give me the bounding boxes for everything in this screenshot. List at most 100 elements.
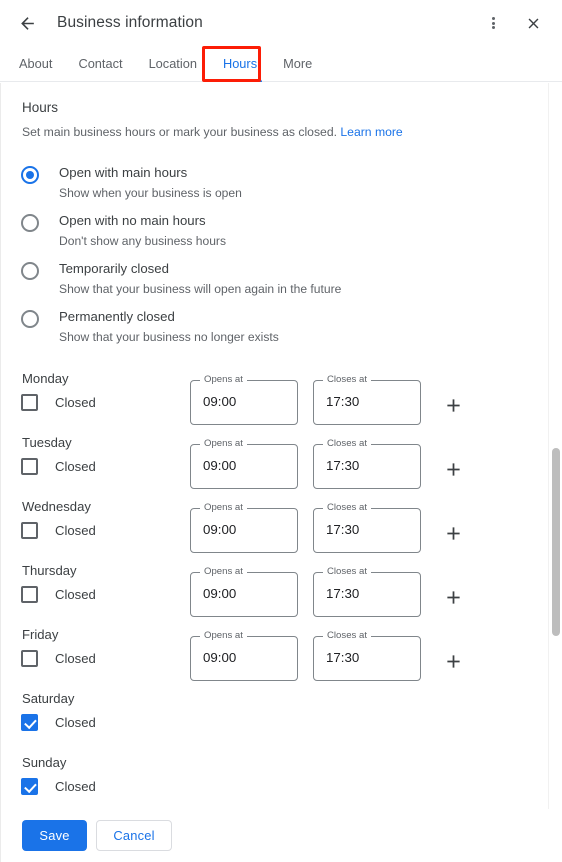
weekday-hours-list: Monday Closed Opens at 09:00 Closes at 17:30 T… xyxy=(1,364,562,809)
day-row: Thursday Closed Opens at 09:00 Closes at 17:3… xyxy=(1,556,562,620)
dialog-header: Business information xyxy=(0,0,562,46)
closed-checkbox-label: Closed xyxy=(55,779,96,794)
day-row: Sunday Closed xyxy=(1,748,562,809)
hours-panel: Hours Set main business hours or mark yo… xyxy=(0,83,562,809)
closes-at-field[interactable]: Closes at 17:30 xyxy=(313,374,421,425)
hours-mode-option-description: Show when your business is open xyxy=(59,186,242,200)
cancel-button[interactable]: Cancel xyxy=(96,820,172,851)
tab-hours[interactable]: Hours xyxy=(210,45,270,82)
section-description-text: Set main business hours or mark your bus… xyxy=(22,125,337,139)
add-hours-button[interactable] xyxy=(439,583,467,611)
closed-checkbox[interactable] xyxy=(21,458,38,475)
close-button[interactable] xyxy=(516,6,550,40)
save-button[interactable]: Save xyxy=(22,820,87,851)
closed-checkbox[interactable] xyxy=(21,394,38,411)
closed-checkbox-row[interactable]: Closed xyxy=(21,394,96,411)
closed-checkbox-label: Closed xyxy=(55,651,96,666)
opens-at-field-label: Opens at xyxy=(200,374,247,386)
add-hours-button[interactable] xyxy=(439,647,467,675)
closes-at-field-value: 17:30 xyxy=(326,650,360,665)
page-title: Business information xyxy=(57,14,203,31)
closed-checkbox-row[interactable]: Closed xyxy=(21,778,96,795)
hours-mode-option[interactable]: Permanently closed Show that your busines… xyxy=(1,301,562,349)
plus-icon xyxy=(446,526,460,540)
closes-at-field-value: 17:30 xyxy=(326,458,360,473)
closed-checkbox-label: Closed xyxy=(55,715,96,730)
hours-mode-option-label: Open with no main hours xyxy=(59,213,206,228)
day-row: Saturday Closed xyxy=(1,684,562,748)
day-row: Monday Closed Opens at 09:00 Closes at 17:30 xyxy=(1,364,562,428)
back-button[interactable] xyxy=(9,5,45,41)
vertical-scrollbar-thumb[interactable] xyxy=(552,448,560,636)
closed-checkbox-row[interactable]: Closed xyxy=(21,650,96,667)
hours-mode-option-description: Show that your business no longer exists xyxy=(59,330,279,344)
day-name-label: Thursday xyxy=(22,563,77,578)
opens-at-field-value: 09:00 xyxy=(203,394,237,409)
plus-icon xyxy=(446,654,460,668)
day-name-label: Sunday xyxy=(22,755,67,770)
tab-about[interactable]: About xyxy=(6,45,65,81)
closes-at-field-label: Closes at xyxy=(323,374,371,386)
day-name-label: Wednesday xyxy=(22,499,91,514)
day-row: Friday Closed Opens at 09:00 Closes at 17:30 xyxy=(1,620,562,684)
closed-checkbox-label: Closed xyxy=(55,587,96,602)
add-hours-button[interactable] xyxy=(439,391,467,419)
section-description: Set main business hours or mark your bus… xyxy=(22,125,403,139)
closes-at-field-value: 17:30 xyxy=(326,394,360,409)
learn-more-link[interactable]: Learn more xyxy=(340,125,402,139)
closed-checkbox-label: Closed xyxy=(55,459,96,474)
closed-checkbox-row[interactable]: Closed xyxy=(21,458,96,475)
dialog-footer: Save Cancel xyxy=(0,809,562,862)
close-icon xyxy=(528,18,538,28)
closed-checkbox-row[interactable]: Closed xyxy=(21,586,96,603)
closes-at-field[interactable]: Closes at 17:30 xyxy=(313,502,421,553)
hours-mode-option[interactable]: Temporarily closed Show that your busines… xyxy=(1,253,562,301)
add-hours-button[interactable] xyxy=(439,519,467,547)
radio-button-icon[interactable] xyxy=(21,166,39,184)
tab-more[interactable]: More xyxy=(270,45,325,81)
opens-at-field[interactable]: Opens at 09:00 xyxy=(190,566,298,617)
day-name-label: Saturday xyxy=(22,691,75,706)
add-hours-button[interactable] xyxy=(439,455,467,483)
hours-mode-option[interactable]: Open with main hours Show when your busin… xyxy=(1,157,562,205)
opens-at-field-value: 09:00 xyxy=(203,458,237,473)
closed-checkbox[interactable] xyxy=(21,650,38,667)
closed-checkbox-row[interactable]: Closed xyxy=(21,522,96,539)
arrow-left-icon xyxy=(20,16,34,30)
closed-checkbox-label: Closed xyxy=(55,395,96,410)
hours-mode-option-text: Permanently closed Show that your busines… xyxy=(59,301,279,346)
closes-at-field[interactable]: Closes at 17:30 xyxy=(313,438,421,489)
tab-location[interactable]: Location xyxy=(136,45,210,81)
opens-at-field[interactable]: Opens at 09:00 xyxy=(190,438,298,489)
hours-mode-option-label: Temporarily closed xyxy=(59,261,169,276)
radio-button-icon[interactable] xyxy=(21,214,39,232)
opens-at-field-label: Opens at xyxy=(200,502,247,514)
opens-at-field-label: Opens at xyxy=(200,438,247,450)
closed-checkbox[interactable] xyxy=(21,778,38,795)
tab-contact[interactable]: Contact xyxy=(65,45,135,81)
closed-checkbox-row[interactable]: Closed xyxy=(21,714,96,731)
radio-button-icon[interactable] xyxy=(21,310,39,328)
hours-mode-option-description: Don't show any business hours xyxy=(59,234,227,248)
closes-at-field-label: Closes at xyxy=(323,566,371,578)
hours-mode-option-text: Temporarily closed Show that your busines… xyxy=(59,253,341,298)
more-options-button[interactable] xyxy=(476,6,510,40)
closes-at-field[interactable]: Closes at 17:30 xyxy=(313,566,421,617)
opens-at-field-value: 09:00 xyxy=(203,522,237,537)
day-row: Tuesday Closed Opens at 09:00 Closes at 17:30 xyxy=(1,428,562,492)
vertical-scrollbar-track[interactable] xyxy=(548,83,562,809)
closed-checkbox[interactable] xyxy=(21,522,38,539)
hours-mode-option-text: Open with no main hours Don't show any bu… xyxy=(59,205,226,250)
closed-checkbox[interactable] xyxy=(21,586,38,603)
closed-checkbox[interactable] xyxy=(21,714,38,731)
closes-at-field[interactable]: Closes at 17:30 xyxy=(313,630,421,681)
opens-at-field[interactable]: Opens at 09:00 xyxy=(190,630,298,681)
hours-mode-option[interactable]: Open with no main hours Don't show any bu… xyxy=(1,205,562,253)
opens-at-field[interactable]: Opens at 09:00 xyxy=(190,374,298,425)
closes-at-field-label: Closes at xyxy=(323,630,371,642)
hours-mode-option-label: Permanently closed xyxy=(59,309,175,324)
plus-icon xyxy=(446,462,460,476)
radio-button-icon[interactable] xyxy=(21,262,39,280)
opens-at-field[interactable]: Opens at 09:00 xyxy=(190,502,298,553)
plus-icon xyxy=(446,590,460,604)
